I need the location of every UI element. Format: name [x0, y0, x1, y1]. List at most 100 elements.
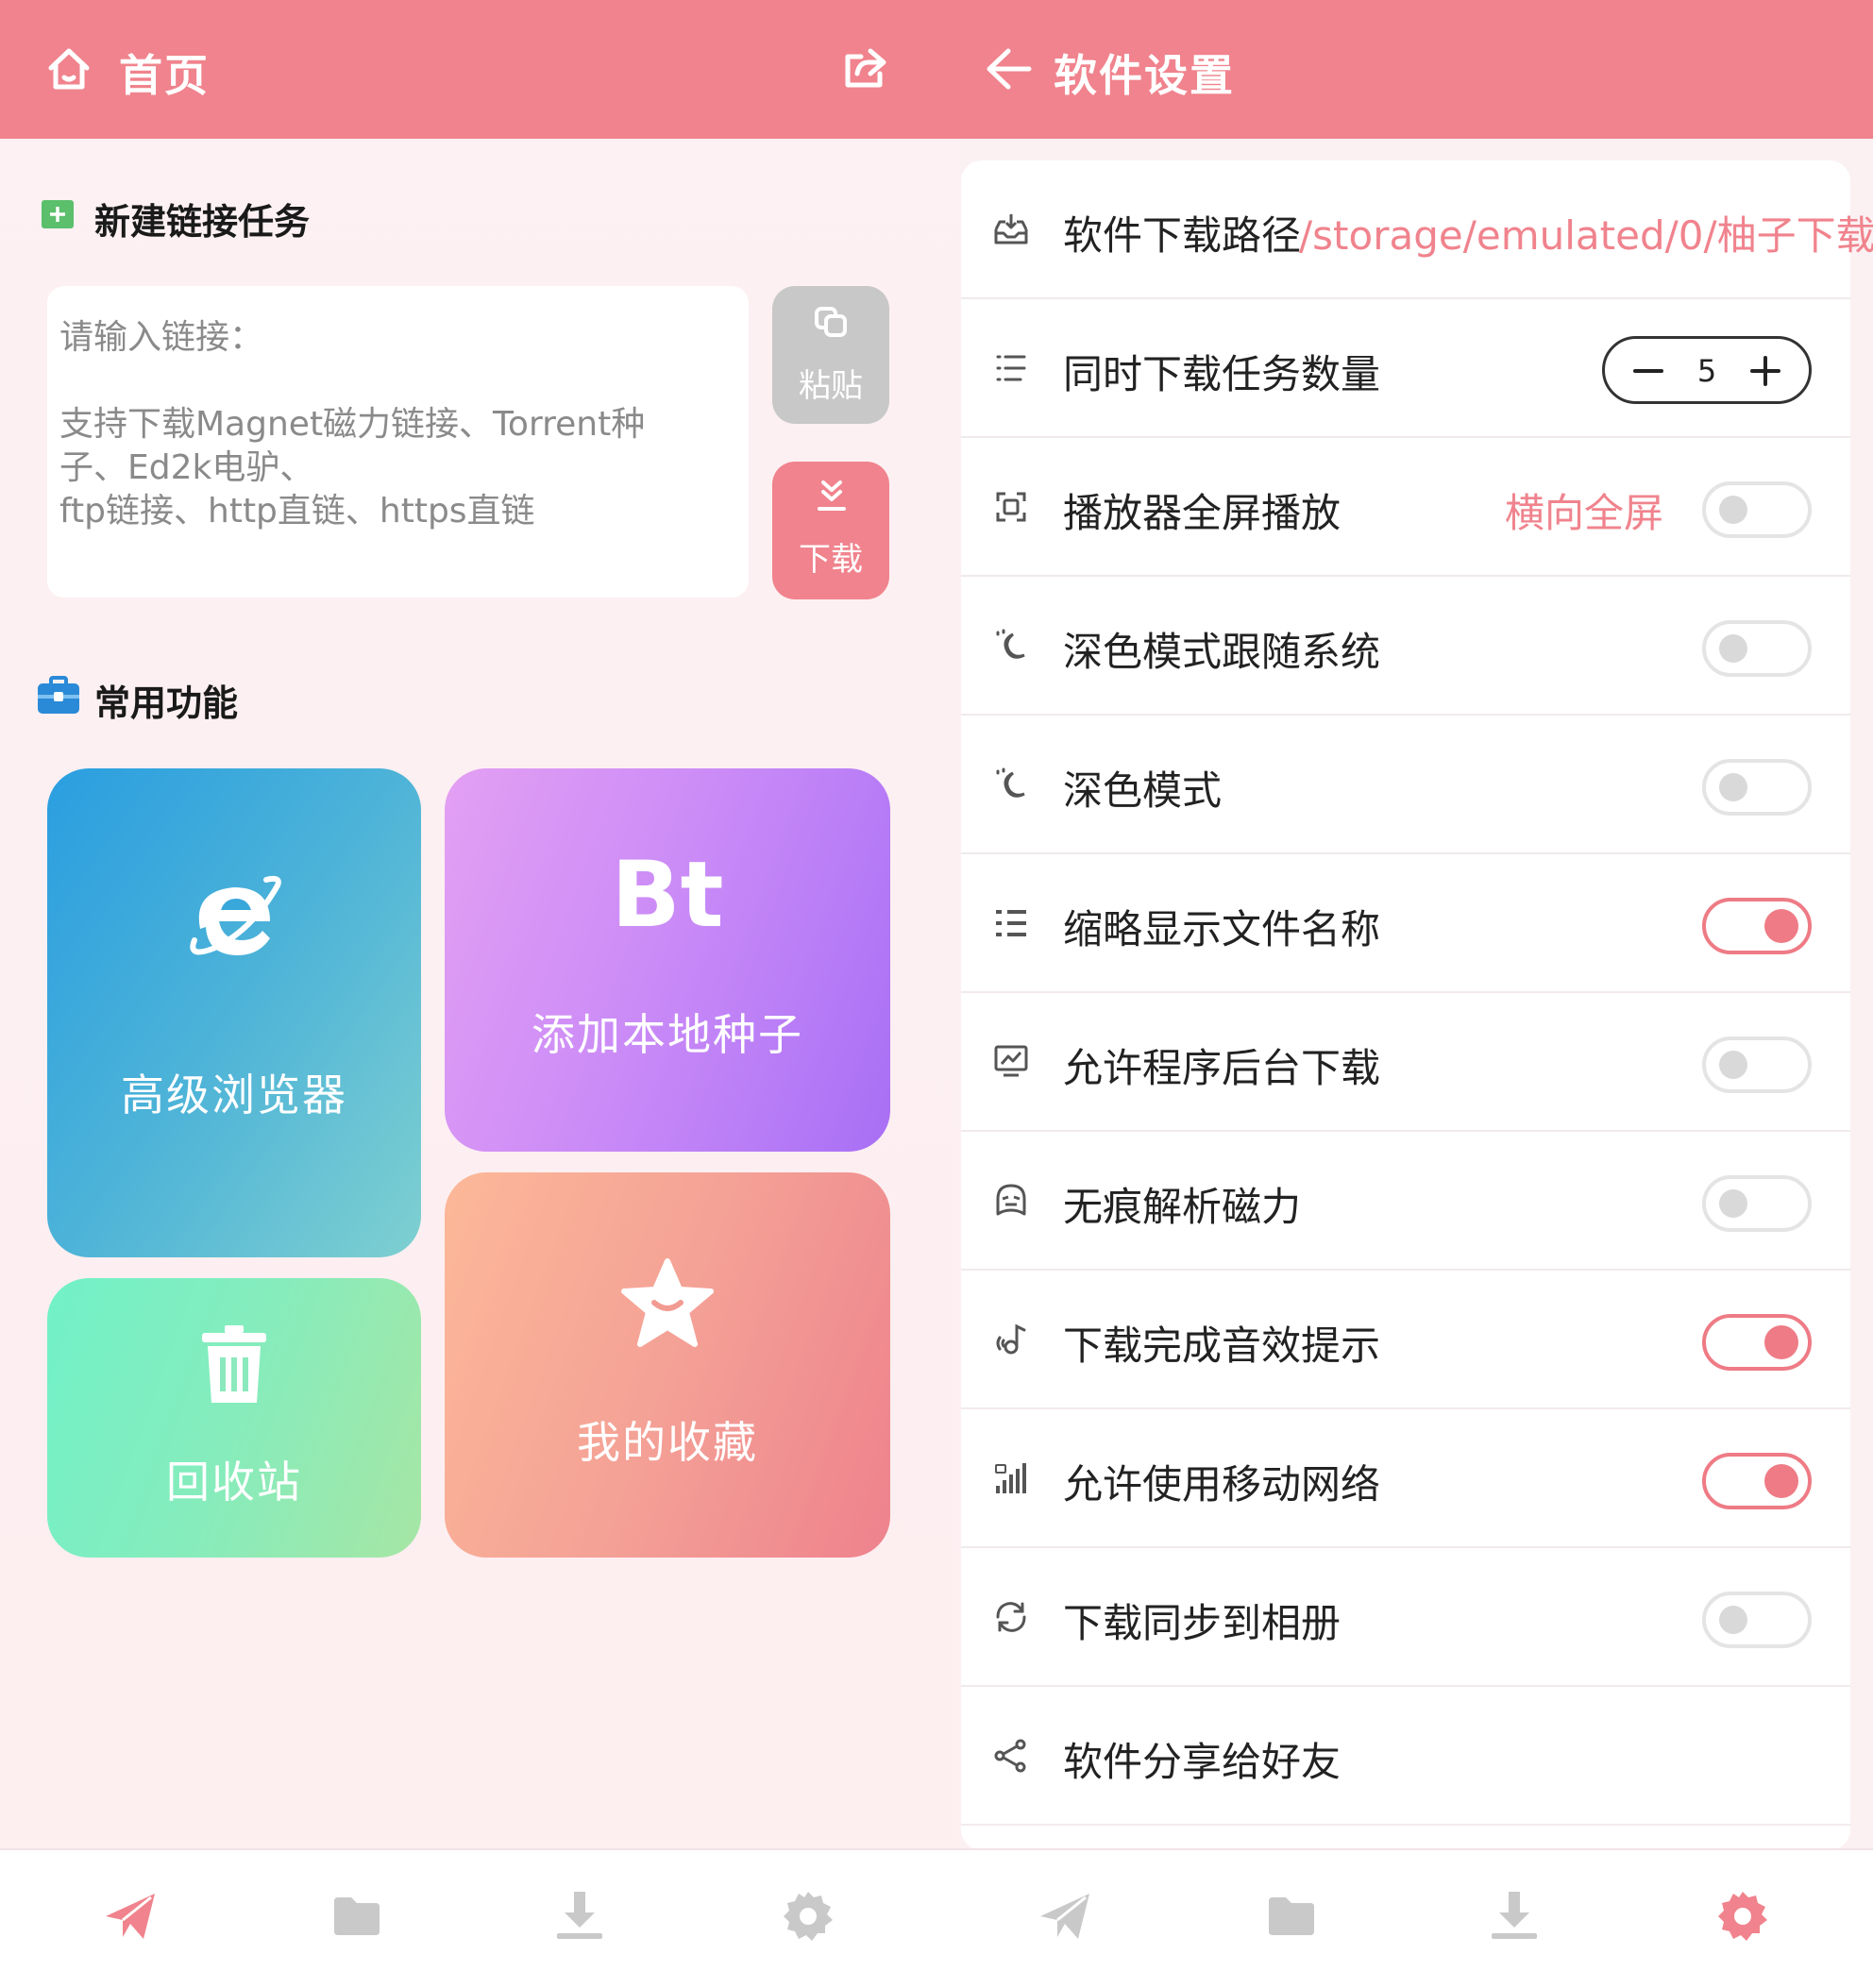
home-app-bar: 首页 [0, 0, 959, 139]
setting-label: 下载同步到相册 [1063, 1600, 1341, 1646]
setting-sync-album: 下载同步到相册 [961, 1548, 1850, 1687]
background-download-toggle[interactable] [1702, 1036, 1812, 1093]
settings-gear-icon[interactable] [780, 1888, 836, 1945]
paste-icon [813, 305, 849, 339]
toggle-knob [1719, 634, 1747, 663]
my-favorites-tile[interactable]: 我的收藏 [445, 1172, 890, 1558]
settings-gear-icon[interactable] [1714, 1888, 1771, 1945]
setting-mobile-network: 允许使用移动网络 [961, 1409, 1850, 1548]
incognito-magnet-toggle[interactable] [1702, 1175, 1812, 1232]
setting-label: 播放器全屏播放 [1063, 490, 1341, 536]
share-nodes-icon [992, 1737, 1030, 1775]
paste-button[interactable]: 粘贴 [772, 286, 889, 424]
download-icon[interactable] [551, 1888, 608, 1945]
plus-icon[interactable] [1739, 345, 1792, 397]
advanced-browser-tile[interactable]: 高级浏览器 [47, 768, 421, 1257]
fullscreen-mode-value[interactable]: 横向全屏 [1505, 481, 1663, 539]
add-local-torrent-label: 添加本地种子 [532, 1009, 803, 1060]
browser-e-icon [187, 872, 281, 959]
bottom-nav-right [959, 1848, 1873, 1988]
mobile-network-toggle[interactable] [1702, 1453, 1812, 1509]
setting-label: 无痕解析磁力 [1063, 1184, 1302, 1230]
download-path-value: /storage/emulated/0/柚子下载 [1299, 212, 1873, 259]
toggle-knob [1764, 1464, 1798, 1498]
settings-list: 软件下载路径 /storage/emulated/0/柚子下载 同时下载任务数量… [961, 160, 1873, 1850]
arrow-left-icon[interactable] [986, 47, 1033, 91]
concurrent-tasks-stepper: 5 [1602, 336, 1812, 404]
completion-sound-toggle[interactable] [1702, 1314, 1812, 1371]
star-smile-icon [620, 1257, 715, 1348]
toggle-knob [1719, 1189, 1747, 1218]
page-title: 首页 [119, 50, 210, 101]
setting-label: 允许程序后台下载 [1063, 1045, 1381, 1091]
settings-app-bar: 软件设置 [959, 0, 1873, 139]
fullscreen-icon [992, 488, 1030, 526]
folder-icon[interactable] [1263, 1888, 1320, 1945]
setting-label: 缩略显示文件名称 [1063, 906, 1381, 952]
setting-completion-sound: 下载完成音效提示 [961, 1271, 1850, 1409]
monitor-chart-icon [992, 1043, 1030, 1081]
add-local-torrent-tile[interactable]: Bt 添加本地种子 [445, 768, 890, 1152]
setting-incognito-magnet: 无痕解析磁力 [961, 1132, 1850, 1271]
download-icon[interactable] [1486, 1888, 1543, 1945]
setting-abbreviate-filenames: 缩略显示文件名称 [961, 854, 1850, 993]
toggle-knob [1719, 1051, 1747, 1079]
setting-dark-follow-system: 深色模式跟随系统 [961, 577, 1850, 716]
recycle-bin-tile[interactable]: 回收站 [47, 1278, 421, 1558]
setting-download-path[interactable]: 软件下载路径 /storage/emulated/0/柚子下载 [961, 160, 1873, 299]
home-icon[interactable] [45, 45, 93, 93]
setting-label: 深色模式 [1063, 767, 1223, 814]
paste-button-label: 粘贴 [799, 367, 863, 405]
toggle-knob [1719, 773, 1747, 801]
setting-background-download: 允许程序后台下载 [961, 993, 1850, 1132]
send-icon[interactable] [102, 1888, 159, 1945]
setting-label: 允许使用移动网络 [1063, 1461, 1381, 1508]
inbox-download-icon [992, 211, 1030, 248]
sync-album-toggle[interactable] [1702, 1592, 1812, 1648]
settings-title: 软件设置 [1054, 50, 1235, 101]
advanced-browser-label: 高级浏览器 [121, 1070, 347, 1120]
folder-icon[interactable] [329, 1888, 385, 1945]
toggle-knob [1719, 496, 1747, 524]
setting-dark-mode: 深色模式 [961, 716, 1850, 854]
recycle-bin-label: 回收站 [166, 1457, 302, 1508]
download-button-label: 下载 [799, 541, 863, 579]
sync-icon [992, 1598, 1030, 1636]
abbreviate-filenames-toggle[interactable] [1702, 898, 1812, 954]
link-input[interactable]: 请输入链接： 支持下载Magnet磁力链接、Torrent种 子、Ed2k电驴、… [47, 286, 749, 598]
send-icon[interactable] [1037, 1888, 1093, 1945]
add-square-icon [42, 200, 74, 228]
common-functions-title: 常用功能 [94, 682, 239, 724]
player-fullscreen-toggle[interactable] [1702, 481, 1812, 538]
moon-icon [992, 766, 1030, 803]
list-icon [992, 349, 1030, 387]
setting-label: 下载完成音效提示 [1063, 1323, 1381, 1369]
toggle-knob [1764, 909, 1798, 943]
toggle-knob [1764, 1325, 1798, 1359]
setting-player-fullscreen: 播放器全屏播放 横向全屏 [961, 438, 1850, 577]
toggle-knob [1719, 1606, 1747, 1634]
moon-icon [992, 627, 1030, 665]
bottom-nav-left [0, 1848, 959, 1988]
dark-follow-system-toggle[interactable] [1702, 620, 1812, 677]
music-note-icon [992, 1321, 1030, 1358]
setting-label: 同时下载任务数量 [1063, 351, 1381, 397]
share-icon[interactable] [842, 47, 887, 91]
toolbox-icon [38, 676, 79, 714]
setting-label: 软件下载路径 [1063, 212, 1302, 259]
new-task-title: 新建链接任务 [94, 201, 311, 243]
trash-icon [200, 1325, 268, 1405]
double-chevron-down-icon [814, 477, 850, 514]
signal-5g-icon [992, 1459, 1030, 1497]
settings-screen: 软件设置 软件下载路径 /storage/emulated/0/柚子下载 同时下… [959, 0, 1873, 1988]
my-favorites-label: 我的收藏 [577, 1417, 758, 1468]
download-button[interactable]: 下载 [772, 462, 889, 599]
setting-share-app[interactable]: 软件分享给好友 [961, 1687, 1850, 1826]
bt-mark: Bt [611, 842, 724, 948]
list-bold-icon [992, 904, 1030, 942]
dark-mode-toggle[interactable] [1702, 759, 1812, 816]
link-input-placeholder: 请输入链接： 支持下载Magnet磁力链接、Torrent种 子、Ed2k电驴、… [59, 318, 646, 531]
home-screen: 首页 新建链接任务 请输入链接： 支持下载Magnet磁力链接、Torrent种… [0, 0, 959, 1988]
setting-label: 软件分享给好友 [1063, 1739, 1341, 1785]
setting-label: 深色模式跟随系统 [1063, 629, 1381, 675]
